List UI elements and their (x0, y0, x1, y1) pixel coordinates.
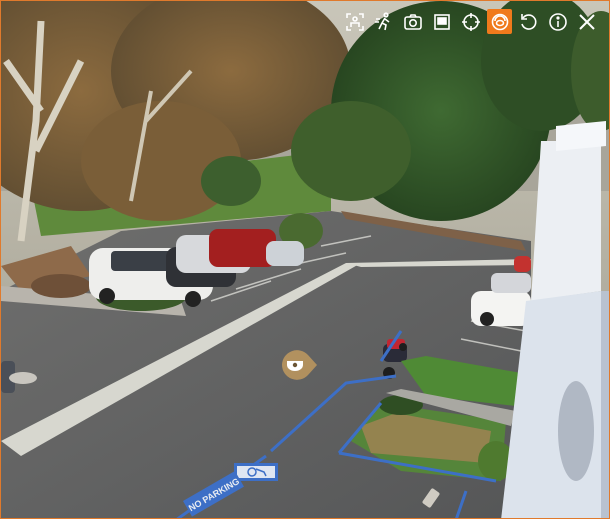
ptz-direction-handle[interactable] (280, 348, 318, 382)
face-detect-button[interactable] (342, 9, 367, 34)
face-detect-icon (345, 12, 364, 31)
ptz-camera-dome-icon (282, 350, 317, 380)
window-mode-button[interactable] (429, 9, 454, 34)
person-tracking-button[interactable] (371, 9, 396, 34)
info-icon (548, 12, 567, 31)
fisheye-dewarp-button[interactable] (487, 9, 512, 34)
refresh-icon (520, 13, 536, 30)
refresh-button[interactable] (516, 9, 541, 34)
target-crosshair-icon (461, 12, 480, 31)
camera-viewer: NO PARKING (0, 0, 610, 519)
close-button[interactable] (574, 9, 599, 34)
window-mode-icon (433, 13, 450, 30)
camera-feed-image: NO PARKING (1, 1, 609, 518)
snapshot-camera-icon (403, 13, 422, 30)
close-icon (578, 13, 595, 30)
ptz-target-button[interactable] (458, 9, 483, 34)
fisheye-dewarp-icon (491, 13, 508, 30)
info-button[interactable] (545, 9, 570, 34)
person-tracking-icon (374, 11, 389, 30)
snapshot-button[interactable] (400, 9, 425, 34)
viewer-toolbar (342, 9, 599, 34)
